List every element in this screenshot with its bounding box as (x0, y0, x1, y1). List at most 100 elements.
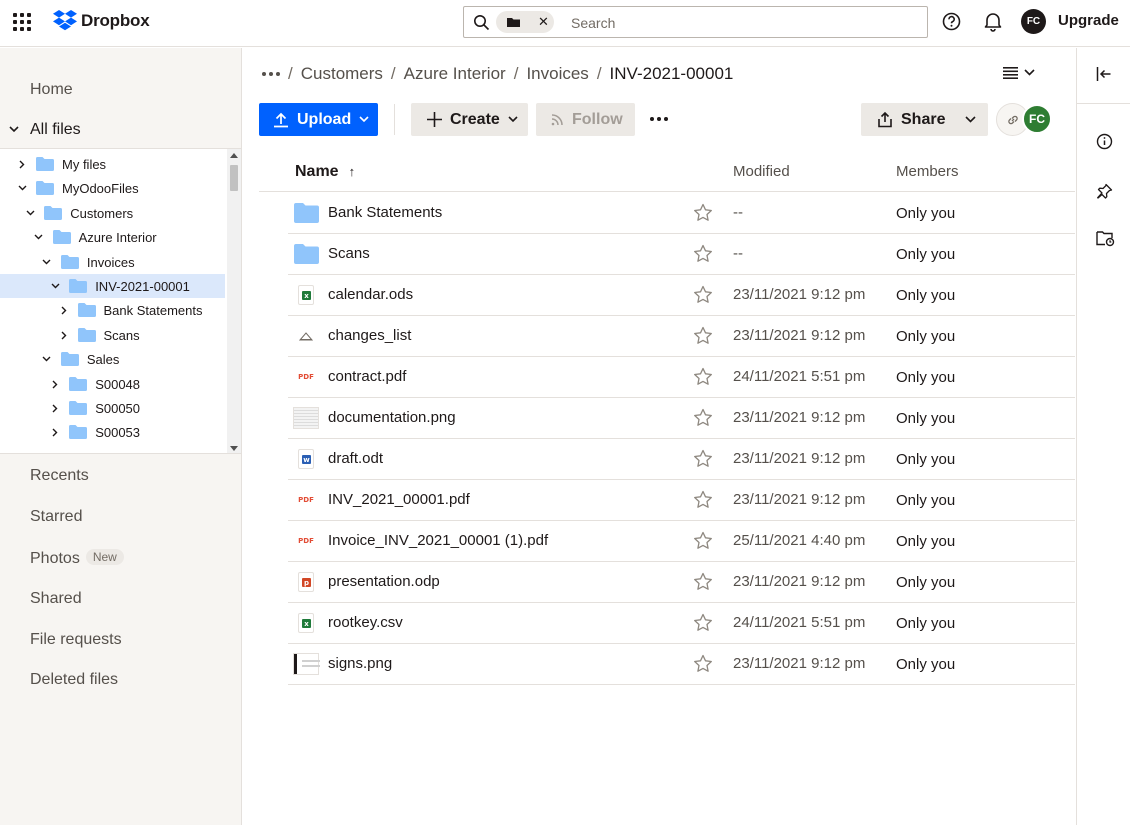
sidebar-item-starred[interactable]: Starred (30, 508, 82, 526)
tree-item[interactable]: S00053 (0, 420, 225, 444)
star-icon[interactable] (693, 654, 713, 673)
file-name[interactable]: documentation.png (328, 409, 456, 426)
chevron-right-icon[interactable] (49, 380, 61, 389)
more-options-icon[interactable] (650, 117, 668, 121)
chevron-down-icon[interactable] (965, 116, 976, 123)
chevron-down-icon[interactable] (49, 283, 61, 289)
star-icon[interactable] (693, 326, 713, 345)
sidebar-item-home[interactable]: Home (30, 81, 73, 99)
avatar[interactable]: FC (1021, 9, 1046, 34)
chevron-right-icon[interactable] (58, 306, 70, 315)
member-avatar[interactable]: FC (1022, 104, 1052, 134)
table-row[interactable]: Bank Statements -- Only you (288, 193, 1075, 234)
star-icon[interactable] (693, 285, 713, 304)
chevron-down-icon[interactable] (8, 125, 30, 135)
tree-item[interactable]: My files (0, 152, 225, 176)
view-toggle[interactable] (1003, 66, 1035, 79)
file-name[interactable]: calendar.ods (328, 286, 413, 303)
tree-item[interactable]: INV-2021-00001 (0, 274, 225, 298)
chevron-right-icon[interactable] (16, 160, 28, 169)
breadcrumb-item-invoices[interactable]: Invoices (526, 64, 588, 84)
table-row[interactable]: documentation.png 23/11/2021 9:12 pm Only … (288, 398, 1075, 439)
tree-item[interactable]: Bank Statements (0, 298, 225, 322)
chevron-right-icon[interactable] (49, 428, 61, 437)
star-icon[interactable] (693, 203, 713, 222)
file-name[interactable]: Invoice_INV_2021_00001 (1).pdf (328, 532, 548, 549)
follow-button[interactable]: Follow (536, 103, 635, 136)
chevron-down-icon[interactable] (16, 185, 28, 191)
column-header-modified[interactable]: Modified (733, 163, 790, 180)
file-name[interactable]: changes_list (328, 327, 411, 344)
create-button[interactable]: Create (411, 103, 528, 136)
breadcrumb-item-azure-interior[interactable]: Azure Interior (404, 64, 506, 84)
chevron-right-icon[interactable] (58, 331, 70, 340)
star-icon[interactable] (693, 531, 713, 550)
tree-scrollbar[interactable] (227, 149, 241, 453)
chevron-down-icon[interactable] (41, 259, 53, 265)
info-icon[interactable] (1096, 133, 1113, 150)
table-row[interactable]: changes_list 23/11/2021 9:12 pm Only you (288, 316, 1075, 357)
chevron-down-icon[interactable] (33, 234, 45, 240)
chevron-down-icon[interactable] (24, 210, 36, 216)
star-icon[interactable] (693, 490, 713, 509)
table-row[interactable]: x rootkey.csv 24/11/2021 5:51 pm Only you (288, 603, 1075, 644)
table-row[interactable]: w draft.odt 23/11/2021 9:12 pm Only you (288, 439, 1075, 480)
sidebar-item-all-files[interactable]: All files (8, 121, 81, 139)
chevron-right-icon[interactable] (49, 404, 61, 413)
table-row[interactable]: p presentation.odp 23/11/2021 9:12 pm Only … (288, 562, 1075, 603)
dropbox-logo[interactable]: Dropbox (53, 10, 150, 31)
file-name[interactable]: signs.png (328, 655, 392, 672)
tree-item[interactable]: Azure Interior (0, 225, 225, 249)
star-icon[interactable] (693, 613, 713, 632)
file-name[interactable]: Scans (328, 245, 370, 262)
folder-filter-chip[interactable]: ✕ (496, 11, 554, 33)
star-icon[interactable] (693, 408, 713, 427)
sidebar-item-shared[interactable]: Shared (30, 590, 82, 608)
tree-item[interactable]: MyOdooFiles (0, 176, 225, 200)
star-icon[interactable] (693, 572, 713, 591)
column-header-name[interactable]: Name ↑ (295, 163, 355, 181)
file-name[interactable]: presentation.odp (328, 573, 440, 590)
file-name[interactable]: Bank Statements (328, 204, 442, 221)
table-row[interactable]: Scans -- Only you (288, 234, 1075, 275)
scroll-up-arrow[interactable] (230, 153, 238, 158)
tree-item[interactable]: S00050 (0, 396, 225, 420)
upload-button[interactable]: Upload (259, 103, 378, 136)
table-row[interactable]: signs.png 23/11/2021 9:12 pm Only you (288, 644, 1075, 685)
sidebar-item-file-requests[interactable]: File requests (30, 631, 122, 649)
table-row[interactable]: PDF contract.pdf 24/11/2021 5:51 pm Only yo… (288, 357, 1075, 398)
column-header-members[interactable]: Members (896, 163, 959, 180)
file-name[interactable]: draft.odt (328, 450, 383, 467)
more-horizontal-icon[interactable] (262, 72, 280, 76)
sidebar-item-photos[interactable]: Photos New (30, 549, 124, 568)
share-button[interactable]: Share (861, 103, 988, 136)
breadcrumb-item-customers[interactable]: Customers (301, 64, 383, 84)
upgrade-link[interactable]: Upgrade (1058, 12, 1119, 29)
help-icon[interactable] (941, 11, 962, 32)
sidebar-item-deleted-files[interactable]: Deleted files (30, 671, 118, 689)
table-row[interactable]: x calendar.ods 23/11/2021 9:12 pm Only you (288, 275, 1075, 316)
star-icon[interactable] (693, 449, 713, 468)
close-icon[interactable]: ✕ (538, 14, 549, 30)
star-icon[interactable] (693, 244, 713, 263)
search-input[interactable]: Search (571, 15, 615, 31)
sidebar-item-recents[interactable]: Recents (30, 467, 89, 485)
bell-icon[interactable] (983, 11, 1003, 32)
file-name[interactable]: rootkey.csv (328, 614, 403, 631)
search-box[interactable]: ✕ Search (463, 6, 928, 38)
table-row[interactable]: PDF INV_2021_00001.pdf 23/11/2021 9:12 pm O… (288, 480, 1075, 521)
scrollbar-thumb[interactable] (230, 165, 238, 191)
scroll-down-arrow[interactable] (230, 446, 238, 451)
tree-item[interactable]: Invoices (0, 250, 225, 274)
tree-item[interactable]: Scans (0, 323, 225, 347)
star-icon[interactable] (693, 367, 713, 386)
tree-item[interactable]: Sales (0, 347, 225, 371)
file-name[interactable]: INV_2021_00001.pdf (328, 491, 470, 508)
collapse-panel-icon[interactable] (1096, 66, 1112, 82)
chevron-down-icon[interactable] (41, 356, 53, 362)
tree-item[interactable]: Customers (0, 201, 225, 225)
folder-activity-icon[interactable] (1096, 230, 1115, 247)
tree-item[interactable]: S00048 (0, 372, 225, 396)
table-row[interactable]: PDF Invoice_INV_2021_00001 (1).pdf 25/11/2… (288, 521, 1075, 562)
app-grid-icon[interactable] (13, 13, 31, 31)
